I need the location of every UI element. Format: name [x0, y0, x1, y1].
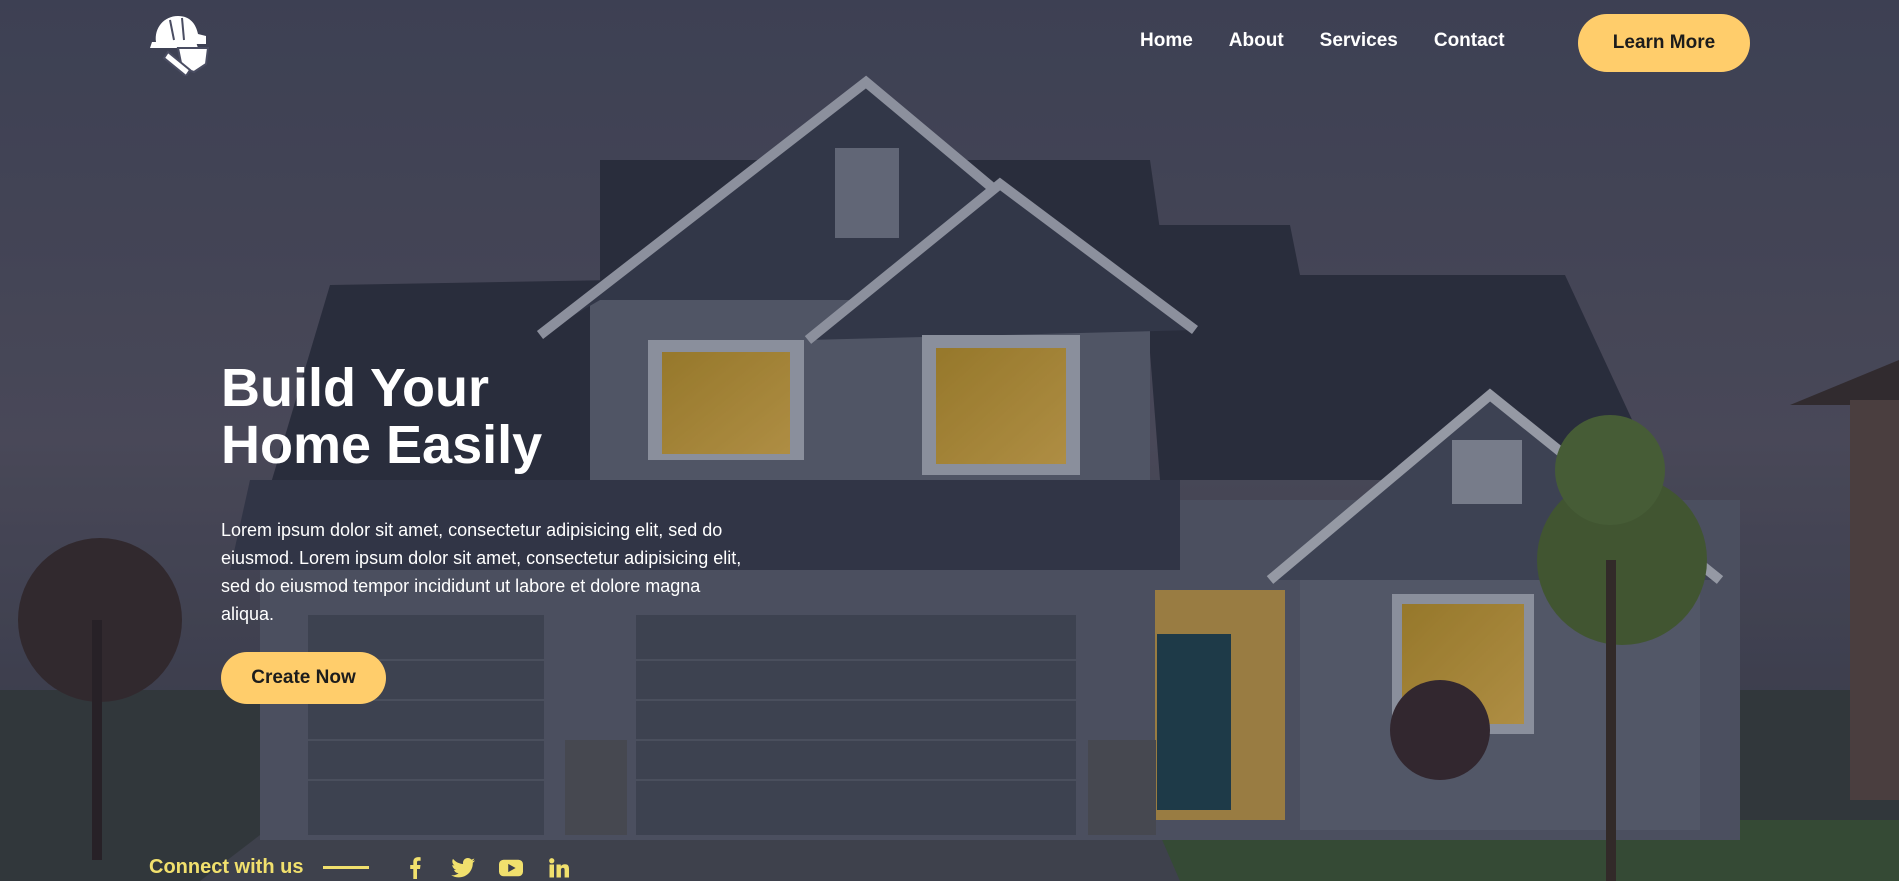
hero-title: Build Your Home Easily — [221, 360, 721, 474]
nav-services[interactable]: Services — [1320, 30, 1398, 52]
create-now-button[interactable]: Create Now — [221, 652, 386, 704]
youtube-icon[interactable] — [499, 857, 524, 879]
hero-description: Lorem ipsum dolor sit amet, consectetur … — [221, 520, 742, 624]
twitter-icon[interactable] — [451, 857, 476, 879]
connect-divider — [323, 866, 370, 869]
hero-section: Home About Services Contact Learn More B… — [0, 0, 1899, 881]
nav-contact[interactable]: Contact — [1434, 30, 1505, 52]
connect-label: Connect with us — [149, 856, 304, 878]
hero-title-line2: Home Easily — [221, 415, 543, 475]
hero-title-line1: Build Your — [221, 358, 489, 418]
facebook-icon[interactable] — [403, 856, 427, 879]
nav-about[interactable]: About — [1229, 30, 1284, 52]
learn-more-button[interactable]: Learn More — [1578, 14, 1750, 72]
hardhat-logo-icon[interactable] — [148, 12, 214, 76]
linkedin-icon[interactable] — [547, 857, 571, 879]
social-links — [403, 856, 571, 879]
connect-with-us: Connect with us — [149, 856, 571, 879]
nav-home[interactable]: Home — [1140, 30, 1193, 52]
main-nav: Home About Services Contact — [1140, 30, 1541, 52]
